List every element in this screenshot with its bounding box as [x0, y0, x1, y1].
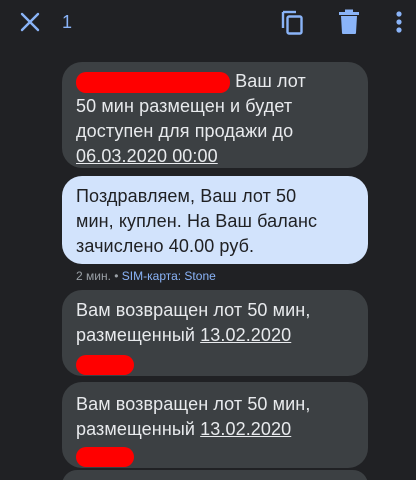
- message-line: [76, 348, 354, 377]
- message-bubble-1[interactable]: Ваш лот 50 мин размещен и будет доступен…: [62, 62, 368, 168]
- message-bubble-2-selected[interactable]: Поздравляем, Ваш лот 50 мин, куплен. На …: [62, 176, 368, 264]
- message-line: размещенный 13.02.2020: [76, 417, 354, 442]
- message-line: Вам возвращен лот 50 мин,: [76, 300, 311, 320]
- message-line: доступен для продажи до: [76, 121, 294, 141]
- more-vert-icon: [396, 11, 402, 33]
- close-icon: [20, 12, 40, 32]
- message-line: Поздравляем, Ваш лот 50: [76, 186, 297, 206]
- message-line: размещенный 13.02.2020: [76, 323, 354, 348]
- message-time: 2 мин.: [76, 269, 111, 283]
- message-date-link[interactable]: 06.03.2020 00:00: [76, 144, 354, 169]
- close-button[interactable]: [16, 8, 44, 36]
- redacted-sender: [76, 71, 230, 93]
- message-bubble-partial[interactable]: [62, 470, 368, 480]
- message-date-link[interactable]: 13.02.2020: [200, 419, 291, 439]
- message-bubble-3[interactable]: Вам возвращен лот 50 мин, размещенный 13…: [62, 290, 368, 376]
- message-line: зачислено 40.00 руб.: [76, 236, 255, 256]
- message-line: Ваш лот: [76, 69, 354, 94]
- more-options-button[interactable]: [385, 6, 413, 38]
- message-bubble-4[interactable]: Вам возвращен лот 50 мин, размещенный 13…: [62, 382, 368, 468]
- meta-separator: •: [110, 269, 122, 283]
- message-meta: 2 мин. • SIM-карта: Stone: [76, 268, 216, 284]
- message-text: размещенный: [76, 419, 201, 439]
- message-line: 50 мин размещен и будет: [76, 96, 293, 116]
- message-line: [76, 442, 354, 469]
- selection-toolbar: 1: [0, 0, 416, 46]
- redacted-signature: [76, 447, 134, 468]
- message-text: Ваш лот: [230, 71, 306, 91]
- selected-count: 1: [62, 12, 73, 32]
- delete-icon: [339, 9, 359, 34]
- message-line: мин, куплен. На Ваш баланс: [76, 211, 318, 231]
- message-date-link[interactable]: 13.02.2020: [200, 325, 291, 345]
- delete-button[interactable]: [333, 6, 365, 38]
- conversation-screen: 1 Ваш лот 50 мин размещен и будет доступ…: [0, 0, 416, 480]
- message-text: размещенный: [76, 325, 201, 345]
- redacted-signature: [76, 355, 134, 376]
- sim-label: SIM-карта: Stone: [121, 269, 216, 283]
- message-line: Вам возвращен лот 50 мин,: [76, 394, 311, 414]
- copy-icon: [281, 10, 303, 35]
- copy-button[interactable]: [276, 6, 308, 38]
